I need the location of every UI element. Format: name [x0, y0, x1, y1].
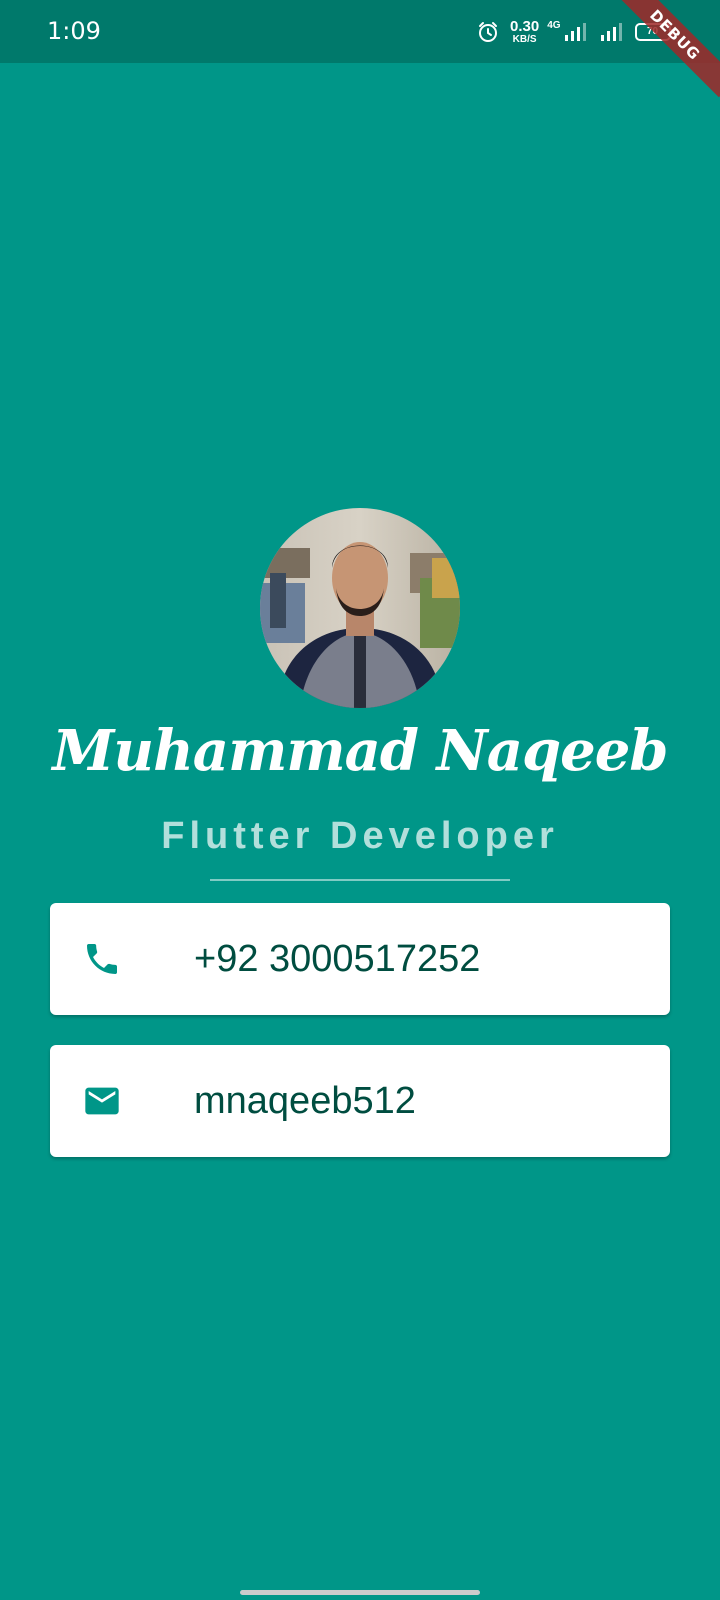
net-speed: 0.30 KB/S [510, 18, 540, 45]
profile-photo [260, 508, 460, 708]
divider [210, 879, 510, 881]
phone-card[interactable]: +92 3000517252 [50, 903, 670, 1015]
signal-icon [600, 23, 622, 41]
phone-number: +92 3000517252 [194, 938, 481, 980]
email-address: mnaqeeb512 [194, 1080, 416, 1122]
profile-title: Flutter Developer [161, 815, 559, 857]
network-type: 4G [547, 20, 561, 31]
email-icon [85, 1087, 119, 1115]
status-bar: 1:09 0.30 KB/S 4G 70 DEBUG [0, 0, 720, 98]
profile-avatar [260, 508, 460, 708]
email-card[interactable]: mnaqeeb512 [50, 1045, 670, 1157]
alarm-icon [479, 22, 497, 42]
status-time: 1:09 [47, 17, 101, 45]
debug-banner: DEBUG [612, 0, 720, 98]
status-icons: 0.30 KB/S 4G 70 [476, 16, 674, 48]
profile-name: Muhammad Naqeeb [52, 718, 668, 784]
home-indicator[interactable] [240, 1590, 480, 1595]
signal-icon [564, 23, 586, 41]
phone-icon [87, 944, 117, 974]
